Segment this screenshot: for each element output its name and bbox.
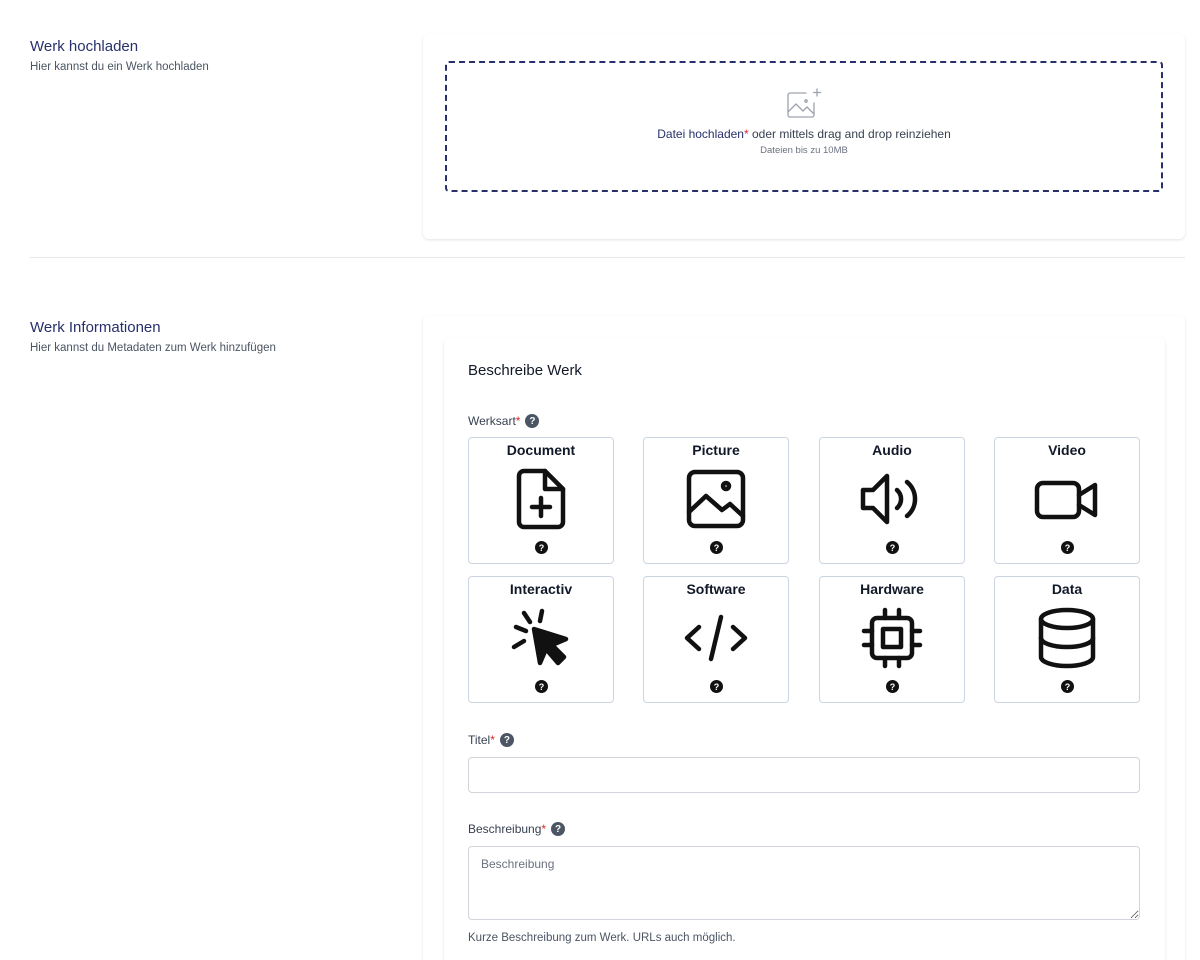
werksart-label: Werksart* ?: [468, 414, 540, 428]
upload-file-link[interactable]: Datei hochladen: [657, 127, 744, 141]
description-hint: Kurze Beschreibung zum Werk. URLs auch m…: [468, 932, 736, 944]
type-tile-audio[interactable]: Audio ?: [819, 437, 965, 564]
description-label-text: Beschreibung: [468, 822, 542, 836]
code-icon: [684, 614, 748, 662]
werksart-help-icon[interactable]: ?: [525, 414, 540, 428]
type-label: Document: [506, 442, 576, 458]
title-field-label: Titel* ?: [468, 733, 514, 747]
type-label: Data: [1051, 581, 1083, 597]
describe-work-heading: Beschreibe Werk: [468, 362, 582, 379]
software-help-icon[interactable]: ?: [710, 680, 723, 693]
dropzone-text: Datei hochladen* oder mittels drag and d…: [447, 127, 1161, 141]
type-tile-video[interactable]: Video ?: [994, 437, 1140, 564]
upload-section-subtitle: Hier kannst du ein Werk hochladen: [30, 61, 209, 73]
type-label: Video: [1048, 442, 1086, 458]
type-label: Audio: [872, 442, 912, 458]
type-label: Hardware: [860, 581, 924, 597]
data-help-icon[interactable]: ?: [1061, 680, 1074, 693]
type-tile-interactiv[interactable]: Interactiv ?: [468, 576, 614, 703]
upload-section-title: Werk hochladen: [30, 38, 139, 55]
description-help-icon[interactable]: ?: [551, 822, 566, 836]
video-help-icon[interactable]: ?: [1061, 541, 1074, 554]
title-label-text: Titel: [468, 733, 491, 747]
required-mark: *: [490, 733, 495, 747]
image-plus-icon: [787, 88, 822, 118]
required-mark: *: [515, 414, 521, 428]
info-section-subtitle: Hier kannst du Metadaten zum Werk hinzuf…: [30, 342, 276, 354]
interactiv-help-icon[interactable]: ?: [535, 680, 548, 693]
picture-help-icon[interactable]: ?: [710, 541, 723, 554]
picture-icon: [686, 469, 746, 529]
document-help-icon[interactable]: ?: [535, 541, 548, 554]
audio-help-icon[interactable]: ?: [886, 541, 899, 554]
type-tile-data[interactable]: Data ?: [994, 576, 1140, 703]
type-tile-software[interactable]: Software ?: [643, 576, 789, 703]
hardware-help-icon[interactable]: ?: [886, 680, 899, 693]
type-label: Interactiv: [509, 581, 573, 597]
required-mark: *: [541, 822, 547, 836]
type-tile-hardware[interactable]: Hardware ?: [819, 576, 965, 703]
info-section-header: Werk Informationen Hier kannst du Metada…: [30, 318, 276, 356]
title-input[interactable]: [468, 757, 1140, 793]
document-plus-icon: [516, 468, 566, 530]
section-divider: [30, 257, 1185, 258]
info-section-title: Werk Informationen: [30, 319, 161, 336]
file-dropzone[interactable]: Datei hochladen* oder mittels drag and d…: [445, 61, 1163, 192]
type-label: Picture: [692, 442, 740, 458]
type-tile-document[interactable]: Document ?: [468, 437, 614, 564]
video-camera-icon: [1034, 480, 1098, 520]
speaker-icon: [860, 473, 918, 525]
werksart-label-text: Werksart: [468, 414, 516, 428]
description-textarea[interactable]: [468, 846, 1140, 920]
describe-work-panel: Beschreibe Werk Werksart* ? Document ? P…: [444, 338, 1165, 960]
file-size-hint: Dateien bis zu 10MB: [760, 145, 848, 156]
type-label: Software: [686, 581, 746, 597]
type-tile-picture[interactable]: Picture ?: [643, 437, 789, 564]
chip-icon: [861, 607, 923, 669]
description-field-label: Beschreibung* ?: [468, 822, 566, 836]
upload-section-header: Werk hochladen Hier kannst du ein Werk h…: [30, 37, 209, 75]
cursor-click-icon: [511, 608, 569, 666]
drag-drop-text: oder mittels drag and drop reinziehen: [748, 127, 951, 141]
title-help-icon[interactable]: ?: [499, 733, 514, 747]
database-icon: [1038, 607, 1096, 669]
